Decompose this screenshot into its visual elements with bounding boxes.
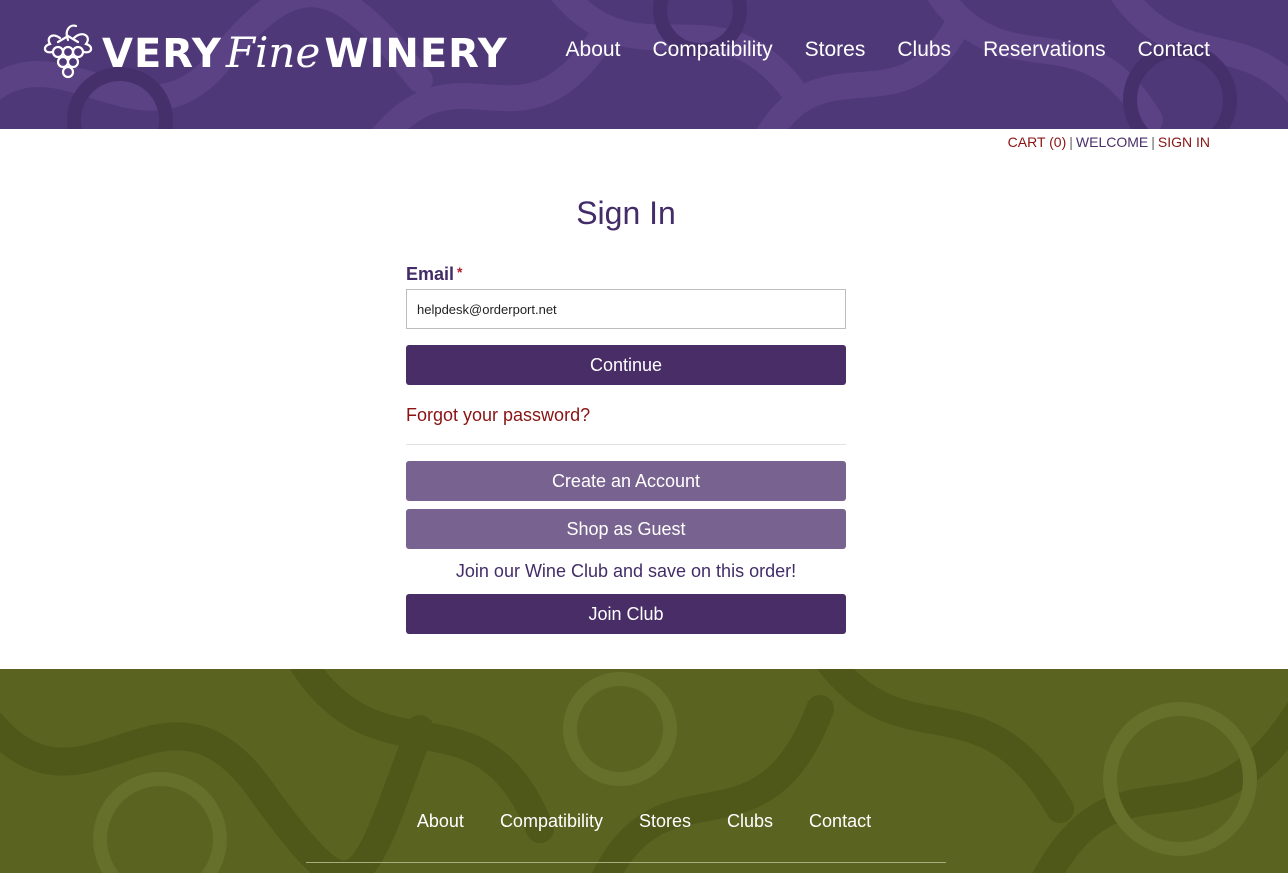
grape-vine-icon bbox=[43, 24, 93, 79]
continue-button[interactable]: Continue bbox=[406, 345, 846, 385]
utility-bar: CART (0) | WELCOME | SIGN IN bbox=[1008, 134, 1210, 150]
footer-nav-contact[interactable]: Contact bbox=[809, 811, 871, 832]
site-footer: About Compatibility Stores Clubs Contact bbox=[0, 669, 1288, 873]
create-account-button[interactable]: Create an Account bbox=[406, 461, 846, 501]
nav-stores[interactable]: Stores bbox=[805, 38, 866, 62]
nav-clubs[interactable]: Clubs bbox=[897, 38, 951, 62]
nav-contact[interactable]: Contact bbox=[1138, 38, 1210, 62]
logo-wordmark: VERY Fine WINERY bbox=[102, 28, 508, 77]
logo-word-very: VERY bbox=[102, 30, 222, 77]
footer-nav-about[interactable]: About bbox=[417, 811, 464, 832]
wine-club-promo: Join our Wine Club and save on this orde… bbox=[455, 561, 797, 581]
nav-about[interactable]: About bbox=[566, 38, 621, 62]
shop-as-guest-button[interactable]: Shop as Guest bbox=[406, 509, 846, 549]
email-label-text: Email bbox=[406, 264, 455, 284]
sign-in-link[interactable]: SIGN IN bbox=[1158, 134, 1210, 150]
footer-nav-compatibility[interactable]: Compatibility bbox=[500, 811, 603, 832]
footer-nav-clubs[interactable]: Clubs bbox=[727, 811, 773, 832]
join-club-button[interactable]: Join Club bbox=[406, 594, 846, 634]
site-header: VERY Fine WINERY About Compatibility Sto… bbox=[0, 0, 1288, 129]
footer-nav: About Compatibility Stores Clubs Contact bbox=[0, 811, 1288, 832]
divider bbox=[406, 444, 846, 445]
sign-in-form: Sign In Email * helpdesk@orderport.net Co… bbox=[406, 195, 846, 634]
footer-swirl-pattern bbox=[0, 669, 1288, 873]
utility-separator: | bbox=[1151, 134, 1155, 150]
logo-word-winery: WINERY bbox=[324, 30, 508, 77]
forgot-password-link[interactable]: Forgot your password? bbox=[406, 405, 846, 427]
nav-compatibility[interactable]: Compatibility bbox=[652, 38, 772, 62]
footer-divider bbox=[306, 862, 946, 863]
main-nav: About Compatibility Stores Clubs Reserva… bbox=[566, 38, 1210, 62]
email-field[interactable]: helpdesk@orderport.net bbox=[406, 289, 846, 329]
footer-nav-stores[interactable]: Stores bbox=[639, 811, 691, 832]
page-title: Sign In bbox=[576, 195, 676, 231]
welcome-text: WELCOME bbox=[1075, 134, 1149, 150]
email-label: Email * bbox=[406, 264, 846, 285]
site-logo[interactable]: VERY Fine WINERY bbox=[40, 22, 508, 82]
cart-link[interactable]: CART (0) bbox=[1008, 134, 1067, 150]
utility-separator: | bbox=[1069, 134, 1073, 150]
required-marker: * bbox=[457, 264, 463, 280]
logo-word-fine: Fine bbox=[225, 27, 321, 77]
nav-reservations[interactable]: Reservations bbox=[983, 38, 1106, 62]
